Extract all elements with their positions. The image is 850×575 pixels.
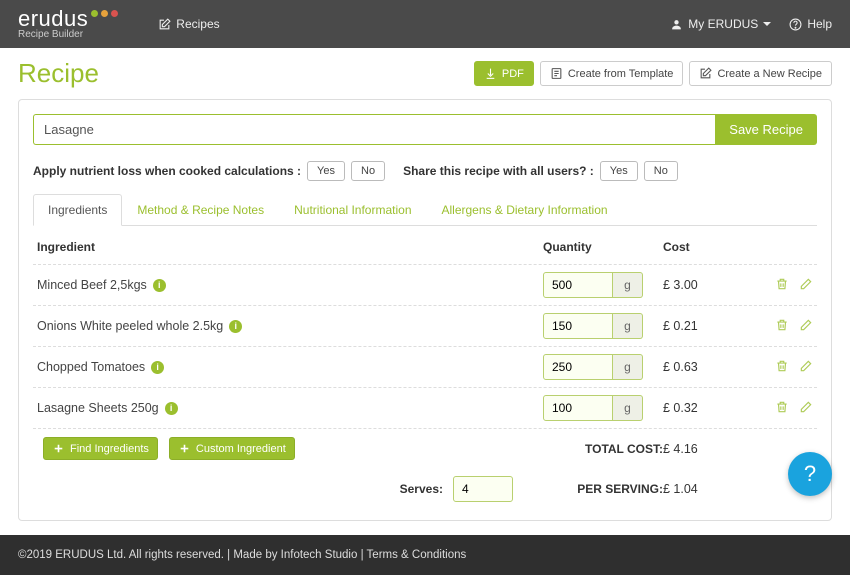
total-cost-value: £ 4.16 [663, 442, 753, 456]
tab-method[interactable]: Method & Recipe Notes [122, 194, 279, 226]
cost-value: £ 0.32 [663, 401, 753, 415]
nav-recipes[interactable]: Recipes [158, 17, 219, 31]
serves-row: Serves: PER SERVING: £ 1.04 [33, 460, 817, 502]
info-icon[interactable]: i [153, 279, 166, 292]
pdf-button[interactable]: PDF [474, 61, 534, 86]
page-header: Recipe PDF Create from Template Create a… [18, 58, 832, 89]
table-row: Minced Beef 2,5kgsi g £ 3.00 [33, 264, 817, 305]
find-ingredients-label: Find Ingredients [70, 443, 149, 455]
plus-icon [52, 442, 65, 455]
edit-icon [158, 18, 171, 31]
find-ingredients-button[interactable]: Find Ingredients [43, 437, 158, 460]
nutrient-loss-label: Apply nutrient loss when cooked calculat… [33, 164, 301, 178]
unit-label[interactable]: g [613, 313, 643, 339]
topbar: erudus Recipe Builder Recipes My ERUDUS … [0, 0, 850, 48]
unit-label[interactable]: g [613, 354, 643, 380]
total-cost-label: TOTAL COST: [543, 442, 663, 456]
table-header: Ingredient Quantity Cost [33, 226, 817, 264]
brand-name: erudus [18, 8, 88, 30]
help-label: Help [807, 17, 832, 31]
col-cost: Cost [663, 240, 753, 254]
per-serving-value: £ 1.04 [663, 482, 753, 496]
delete-icon[interactable] [775, 400, 789, 417]
plus-icon [178, 442, 191, 455]
brand-logo: erudus Recipe Builder [18, 8, 118, 40]
page: Recipe PDF Create from Template Create a… [0, 48, 850, 521]
new-recipe-icon [699, 67, 712, 80]
per-serving-label: PER SERVING: [543, 482, 663, 496]
user-icon [670, 18, 683, 31]
ingredient-name: Onions White peeled whole 2.5kgi [37, 319, 543, 333]
edit-icon[interactable] [799, 400, 813, 417]
ingredient-rows: Minced Beef 2,5kgsi g £ 3.00 Onions White p… [33, 264, 817, 428]
edit-icon[interactable] [799, 359, 813, 376]
custom-ingredient-button[interactable]: Custom Ingredient [169, 437, 295, 460]
cost-value: £ 0.21 [663, 319, 753, 333]
help-icon [789, 18, 802, 31]
recipe-title-input[interactable] [33, 114, 715, 145]
tab-allergens[interactable]: Allergens & Dietary Information [427, 194, 623, 226]
question-icon: ? [804, 461, 816, 487]
serves-input[interactable] [453, 476, 513, 502]
table-row: Chopped Tomatoesi g £ 0.63 [33, 346, 817, 387]
custom-ingredient-label: Custom Ingredient [196, 443, 286, 455]
unit-label[interactable]: g [613, 272, 643, 298]
delete-icon[interactable] [775, 318, 789, 335]
info-icon[interactable]: i [229, 320, 242, 333]
tabs: Ingredients Method & Recipe Notes Nutrit… [33, 193, 817, 226]
brand-subtitle: Recipe Builder [18, 30, 118, 40]
chevron-down-icon [763, 22, 771, 26]
brand-dots [91, 10, 118, 17]
footer-text: ©2019 ERUDUS Ltd. All rights reserved. |… [18, 549, 466, 561]
delete-icon[interactable] [775, 277, 789, 294]
edit-icon[interactable] [799, 318, 813, 335]
help-link[interactable]: Help [789, 17, 832, 31]
page-title: Recipe [18, 58, 99, 89]
cost-value: £ 3.00 [663, 278, 753, 292]
quantity-input[interactable] [543, 354, 613, 380]
ingredient-name: Chopped Tomatoesi [37, 360, 543, 374]
ingredient-name: Minced Beef 2,5kgsi [37, 278, 543, 292]
nutrient-loss-no[interactable]: No [351, 161, 385, 181]
info-icon[interactable]: i [165, 402, 178, 415]
unit-label[interactable]: g [613, 395, 643, 421]
info-icon[interactable]: i [151, 361, 164, 374]
create-from-template-label: Create from Template [568, 68, 674, 80]
nutrient-loss-yes[interactable]: Yes [307, 161, 345, 181]
share-label: Share this recipe with all users? : [403, 164, 594, 178]
below-rows: Find Ingredients Custom Ingredient TOTAL… [33, 428, 817, 460]
tab-nutrition[interactable]: Nutritional Information [279, 194, 426, 226]
tab-ingredients[interactable]: Ingredients [33, 194, 122, 226]
share-yes[interactable]: Yes [600, 161, 638, 181]
help-fab[interactable]: ? [788, 452, 832, 496]
options-row: Apply nutrient loss when cooked calculat… [33, 161, 817, 181]
share-no[interactable]: No [644, 161, 678, 181]
create-new-recipe-button[interactable]: Create a New Recipe [689, 61, 832, 86]
quantity-input[interactable] [543, 313, 613, 339]
quantity-input[interactable] [543, 272, 613, 298]
save-recipe-button[interactable]: Save Recipe [715, 114, 817, 145]
title-row: Save Recipe [33, 114, 817, 145]
recipe-panel: Save Recipe Apply nutrient loss when coo… [18, 99, 832, 521]
col-quantity: Quantity [543, 240, 663, 254]
create-from-template-button[interactable]: Create from Template [540, 61, 684, 86]
quantity-input[interactable] [543, 395, 613, 421]
template-icon [550, 67, 563, 80]
my-account-menu[interactable]: My ERUDUS [670, 17, 771, 31]
col-ingredient: Ingredient [37, 240, 543, 254]
pdf-button-label: PDF [502, 68, 524, 80]
table-row: Onions White peeled whole 2.5kgi g £ 0.21 [33, 305, 817, 346]
nav-recipes-label: Recipes [176, 17, 219, 31]
delete-icon[interactable] [775, 359, 789, 376]
cost-value: £ 0.63 [663, 360, 753, 374]
create-new-recipe-label: Create a New Recipe [717, 68, 822, 80]
ingredient-name: Lasagne Sheets 250gi [37, 401, 543, 415]
table-row: Lasagne Sheets 250gi g £ 0.32 [33, 387, 817, 428]
footer: ©2019 ERUDUS Ltd. All rights reserved. |… [0, 535, 850, 575]
download-icon [484, 67, 497, 80]
edit-icon[interactable] [799, 277, 813, 294]
serves-label: Serves: [400, 482, 453, 496]
my-account-label: My ERUDUS [688, 17, 758, 31]
